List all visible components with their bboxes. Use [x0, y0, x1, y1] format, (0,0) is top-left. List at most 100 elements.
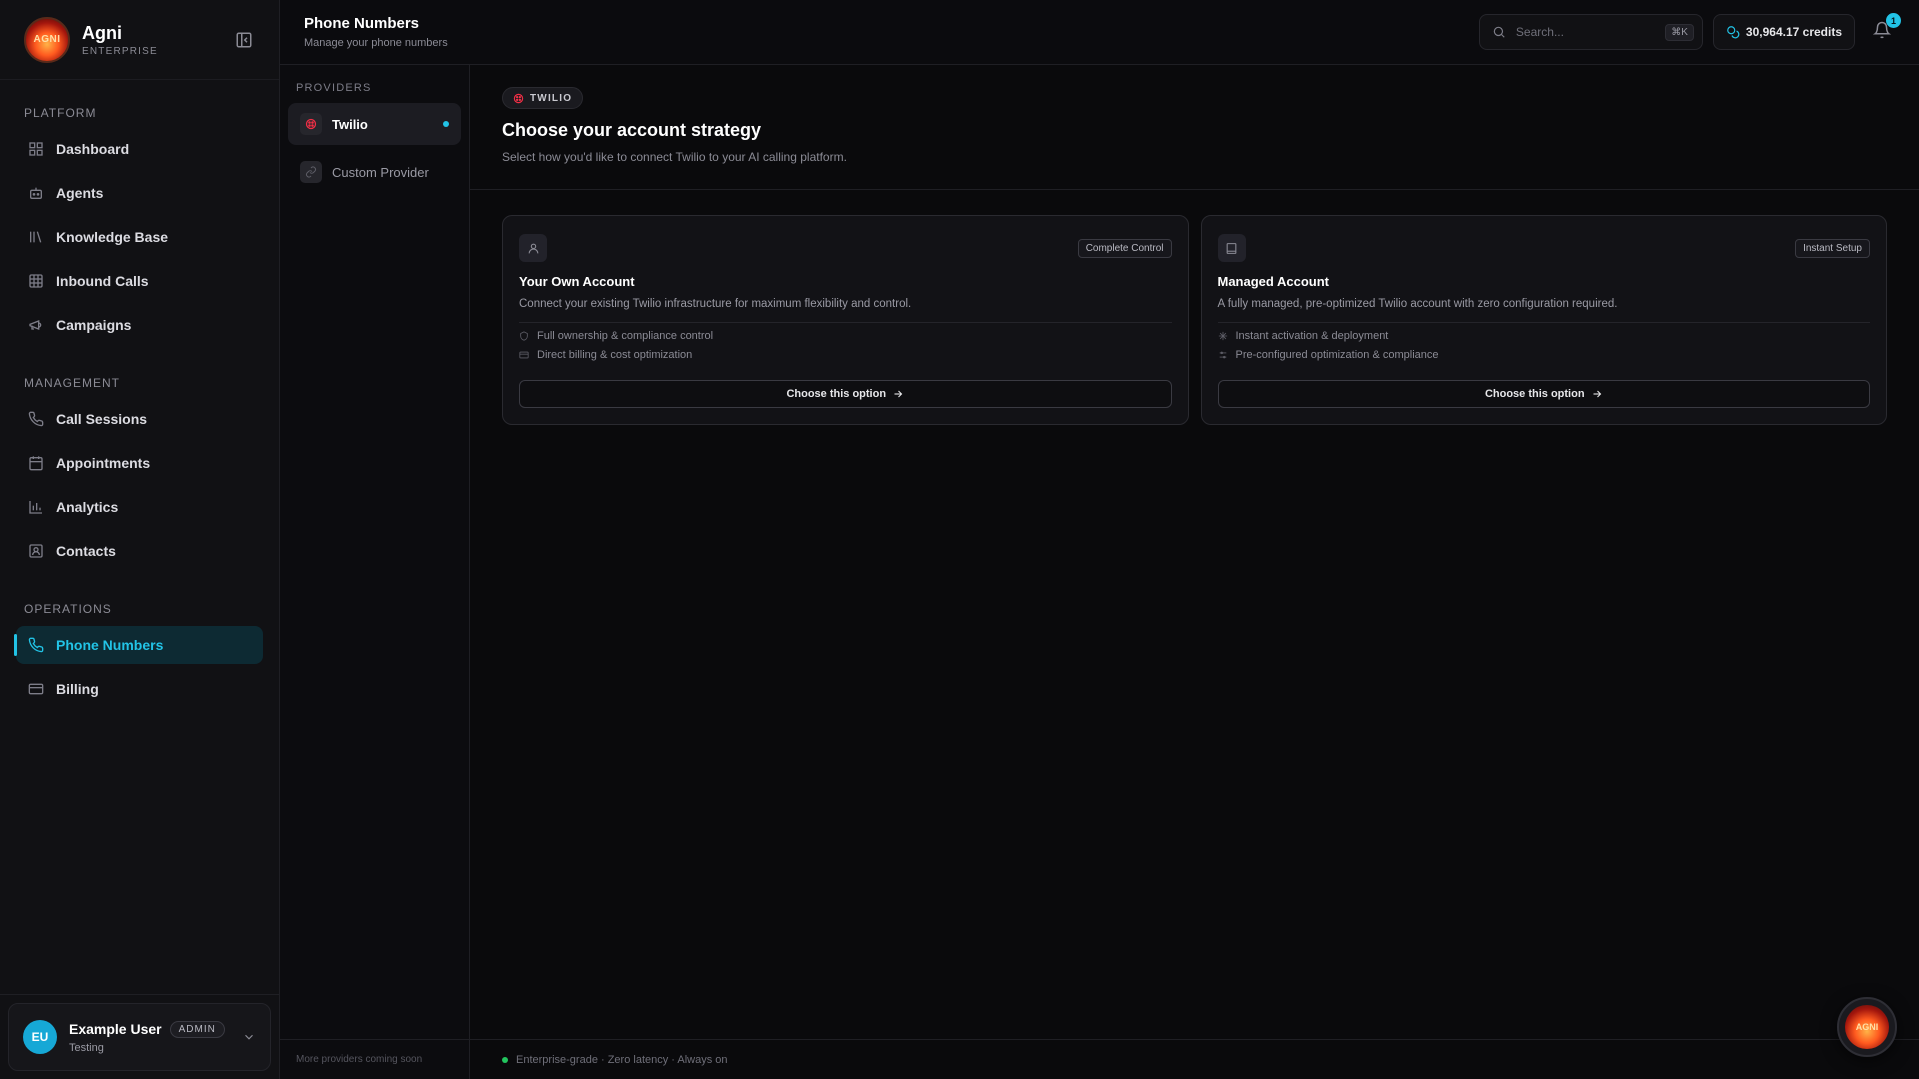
card-tag: Instant Setup: [1795, 238, 1870, 258]
nav-section-platform: PLATFORM Dashboard Agents Knowledge Base…: [0, 80, 279, 344]
status-text: Enterprise-grade · Zero latency · Always…: [516, 1053, 728, 1066]
sidebar-item-knowledge-base[interactable]: Knowledge Base: [16, 218, 263, 256]
main-content: TWILIO Choose your account strategy Sele…: [470, 65, 1919, 1079]
active-indicator-dot: [443, 121, 449, 127]
provider-item-custom[interactable]: Custom Provider: [288, 151, 461, 193]
arrow-right-icon: [1591, 388, 1603, 400]
nav-section-title: OPERATIONS: [24, 602, 112, 616]
assistant-launcher-button[interactable]: AGNI: [1837, 997, 1897, 1057]
search-placeholder: Search...: [1515, 25, 1564, 39]
search-icon: [1492, 25, 1506, 39]
sidebar-item-appointments[interactable]: Appointments: [16, 444, 263, 482]
credits-text: 30,964.17 credits: [1745, 25, 1842, 39]
card-title: Your Own Account: [519, 274, 635, 289]
phone-icon: [28, 411, 44, 427]
option-card-managed-account[interactable]: Instant Setup Managed Account A fully ma…: [1200, 215, 1887, 425]
dashboard-icon: [28, 141, 44, 157]
credit-card-icon: [28, 681, 44, 697]
calendar-icon: [28, 455, 44, 471]
building-icon: [1217, 234, 1246, 262]
sidebar-item-label: Agents: [56, 185, 104, 201]
sidebar-item-billing[interactable]: Billing: [16, 670, 263, 708]
credit-card-icon: [519, 350, 529, 360]
contact-icon: [28, 543, 44, 559]
user-menu[interactable]: EU Example User ADMIN Testing: [8, 1003, 271, 1071]
twilio-icon: [300, 113, 322, 135]
user-icon: [519, 234, 547, 262]
user-subtitle: Testing: [69, 1041, 104, 1054]
provider-label: Twilio: [332, 116, 368, 132]
sidebar-item-contacts[interactable]: Contacts: [16, 532, 263, 570]
nav-section-operations: OPERATIONS Phone Numbers Billing: [0, 576, 279, 708]
sidebar-item-label: Appointments: [56, 455, 151, 471]
feature-item: Direct billing & cost optimization: [519, 349, 1172, 361]
sidebar-collapse-icon[interactable]: [233, 29, 255, 51]
card-title: Managed Account: [1217, 274, 1329, 289]
page-subtitle: Manage your phone numbers: [304, 37, 448, 49]
provider-pill-label: TWILIO: [530, 92, 573, 104]
shield-icon: [519, 331, 529, 341]
sparkle-icon: [1218, 331, 1228, 341]
chevron-down-icon[interactable]: [242, 1030, 256, 1044]
sidebar-item-label: Billing: [56, 681, 99, 697]
megaphone-icon: [28, 317, 44, 333]
provider-label: Custom Provider: [332, 164, 429, 180]
twilio-icon: [513, 93, 524, 104]
feature-text: Full ownership & compliance control: [537, 330, 714, 342]
brand-tier: ENTERPRISE: [82, 45, 158, 57]
top-header: Phone Numbers Manage your phone numbers …: [280, 0, 1919, 65]
nav-section-title: MANAGEMENT: [24, 376, 121, 390]
sidebar-item-label: Call Sessions: [56, 411, 148, 427]
provider-pill: TWILIO: [502, 87, 584, 109]
brand: AGNI Agni ENTERPRISE: [0, 0, 279, 80]
option-card-own-account[interactable]: Complete Control Your Own Account Connec…: [502, 215, 1189, 425]
sidebar-item-call-sessions[interactable]: Call Sessions: [16, 400, 263, 438]
feature-text: Direct billing & cost optimization: [537, 349, 693, 361]
role-badge: ADMIN: [169, 1020, 225, 1038]
feature-item: Pre-configured optimization & compliance: [1218, 349, 1871, 361]
button-label: Choose this option: [1484, 388, 1585, 400]
sidebar-item-label: Contacts: [56, 543, 116, 559]
providers-footer: More providers coming soon: [280, 1039, 469, 1079]
providers-title: PROVIDERS: [296, 82, 372, 94]
feature-text: Pre-configured optimization & compliance: [1235, 349, 1439, 361]
sidebar-item-agents[interactable]: Agents: [16, 174, 263, 212]
sidebar-item-phone-numbers[interactable]: Phone Numbers: [14, 626, 263, 664]
sidebar-item-campaigns[interactable]: Campaigns: [16, 306, 263, 344]
choose-managed-account-button[interactable]: Choose this option: [1217, 380, 1870, 408]
page-title: Phone Numbers: [304, 15, 420, 32]
divider: [0, 994, 279, 995]
search-shortcut: ⌘K: [1665, 23, 1694, 41]
sidebar: AGNI Agni ENTERPRISE PLATFORM Dashboard …: [0, 0, 280, 1079]
sidebar-item-label: Analytics: [56, 499, 119, 515]
bot-icon: [28, 185, 44, 201]
user-name: Example User: [69, 1021, 162, 1037]
grid-icon: [28, 273, 44, 289]
sliders-icon: [1218, 350, 1228, 360]
avatar: EU: [23, 1020, 57, 1054]
feature-item: Instant activation & deployment: [1218, 330, 1871, 342]
phone-icon: [28, 637, 44, 653]
sidebar-item-inbound-calls[interactable]: Inbound Calls: [16, 262, 263, 300]
sidebar-item-analytics[interactable]: Analytics: [16, 488, 263, 526]
provider-item-twilio[interactable]: Twilio: [288, 103, 461, 145]
providers-panel: PROVIDERS Twilio Custom Provider More pr…: [280, 65, 470, 1079]
notification-count-badge: 1: [1886, 13, 1901, 28]
sidebar-item-dashboard[interactable]: Dashboard: [16, 130, 263, 168]
card-description: Connect your existing Twilio infrastruct…: [519, 298, 1172, 323]
credits-balance[interactable]: 30,964.17 credits: [1712, 14, 1855, 50]
sidebar-item-label: Campaigns: [56, 317, 132, 333]
section-subtitle: Select how you'd like to connect Twilio …: [502, 150, 847, 164]
brand-logo[interactable]: AGNI: [24, 16, 70, 63]
nav-section-management: MANAGEMENT Call Sessions Appointments An…: [0, 350, 279, 570]
arrow-right-icon: [892, 388, 904, 400]
nav-section-title: PLATFORM: [24, 106, 97, 120]
button-label: Choose this option: [786, 388, 887, 400]
sidebar-item-label: Knowledge Base: [56, 229, 169, 245]
status-dot: [502, 1056, 508, 1063]
search-input[interactable]: Search... ⌘K: [1478, 14, 1703, 50]
choose-own-account-button[interactable]: Choose this option: [519, 380, 1172, 408]
notifications-button[interactable]: 1: [1873, 13, 1901, 43]
card-description: A fully managed, pre-optimized Twilio ac…: [1217, 298, 1870, 323]
sidebar-item-label: Inbound Calls: [56, 273, 149, 289]
